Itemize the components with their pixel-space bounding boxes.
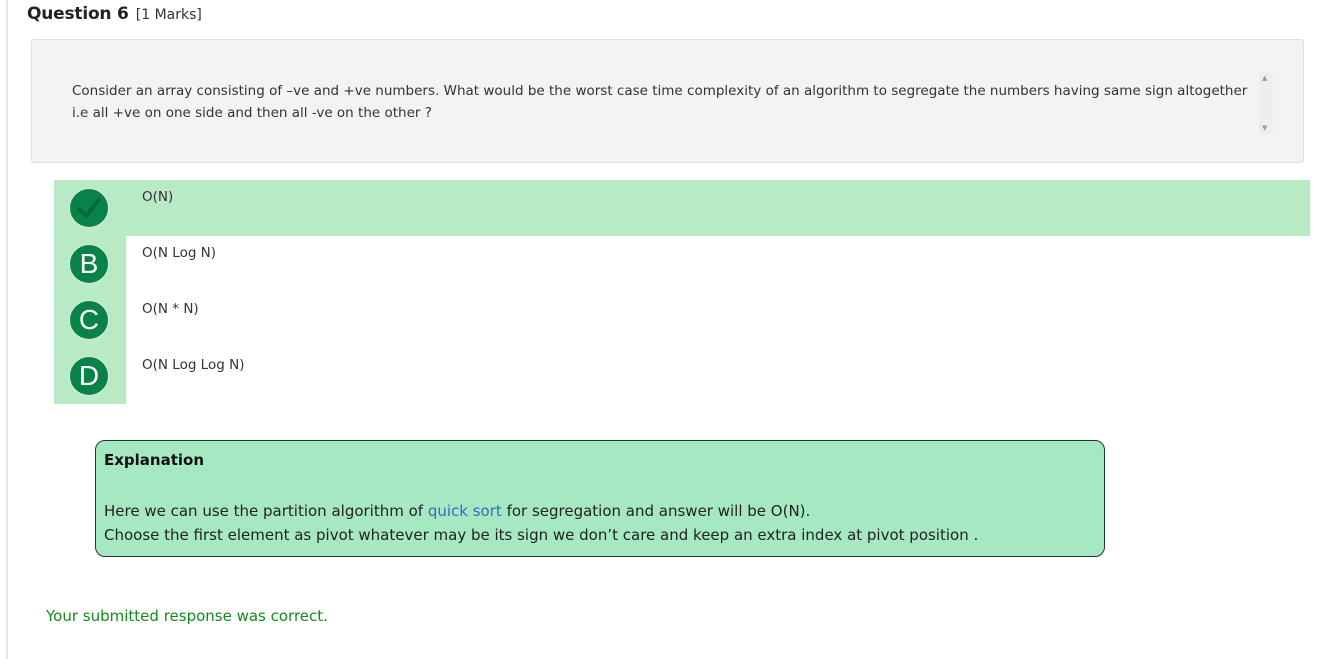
option-badge-column: D (54, 348, 126, 404)
explanation-box: Explanation Here we can use the partitio… (95, 440, 1105, 557)
explanation-text: for segregation and answer will be O(N). (501, 502, 811, 520)
quick-sort-link[interactable]: quick sort (428, 502, 502, 520)
option-badge-column (54, 180, 126, 236)
option-text: O(N * N) (142, 301, 199, 317)
explanation-line-2: Choose the first element as pivot whatev… (104, 526, 979, 544)
question-marks: [1 Marks] (135, 7, 202, 23)
option-d[interactable]: D O(N Log Log N) (54, 348, 1310, 404)
option-letter-badge: B (69, 244, 109, 284)
scroll-down-icon[interactable]: ▼ (1262, 124, 1267, 132)
explanation-line-1: Here we can use the partition algorithm … (104, 499, 1096, 523)
option-text: O(N Log N) (142, 245, 217, 261)
option-text: O(N) (142, 189, 174, 205)
question-header: Question 6 [1 Marks] (27, 4, 202, 26)
option-letter-badge: C (69, 300, 109, 340)
option-b[interactable]: B O(N Log N) (54, 236, 1310, 292)
option-badge-column: B (54, 236, 126, 292)
question-box: Consider an array consisting of –ve and … (31, 39, 1304, 163)
option-c[interactable]: C O(N * N) (54, 292, 1310, 348)
question-scrollbar[interactable]: ▲ ▼ (1259, 72, 1273, 134)
checkmark-icon (69, 188, 109, 228)
option-badge-column: C (54, 292, 126, 348)
explanation-title: Explanation (104, 451, 205, 469)
answer-options: O(N) B O(N Log N) C O(N * N) D O(N Log L… (54, 180, 1310, 404)
option-letter-badge: D (69, 356, 109, 396)
option-a[interactable]: O(N) (54, 180, 1310, 236)
left-border (6, 0, 8, 659)
question-title: Question 6 (27, 4, 129, 24)
question-text: Consider an array consisting of –ve and … (72, 83, 1248, 121)
explanation-text: Here we can use the partition algorithm … (104, 502, 428, 520)
result-message: Your submitted response was correct. (46, 607, 328, 625)
scroll-up-icon[interactable]: ▲ (1262, 74, 1267, 82)
option-text: O(N Log Log N) (142, 357, 245, 373)
